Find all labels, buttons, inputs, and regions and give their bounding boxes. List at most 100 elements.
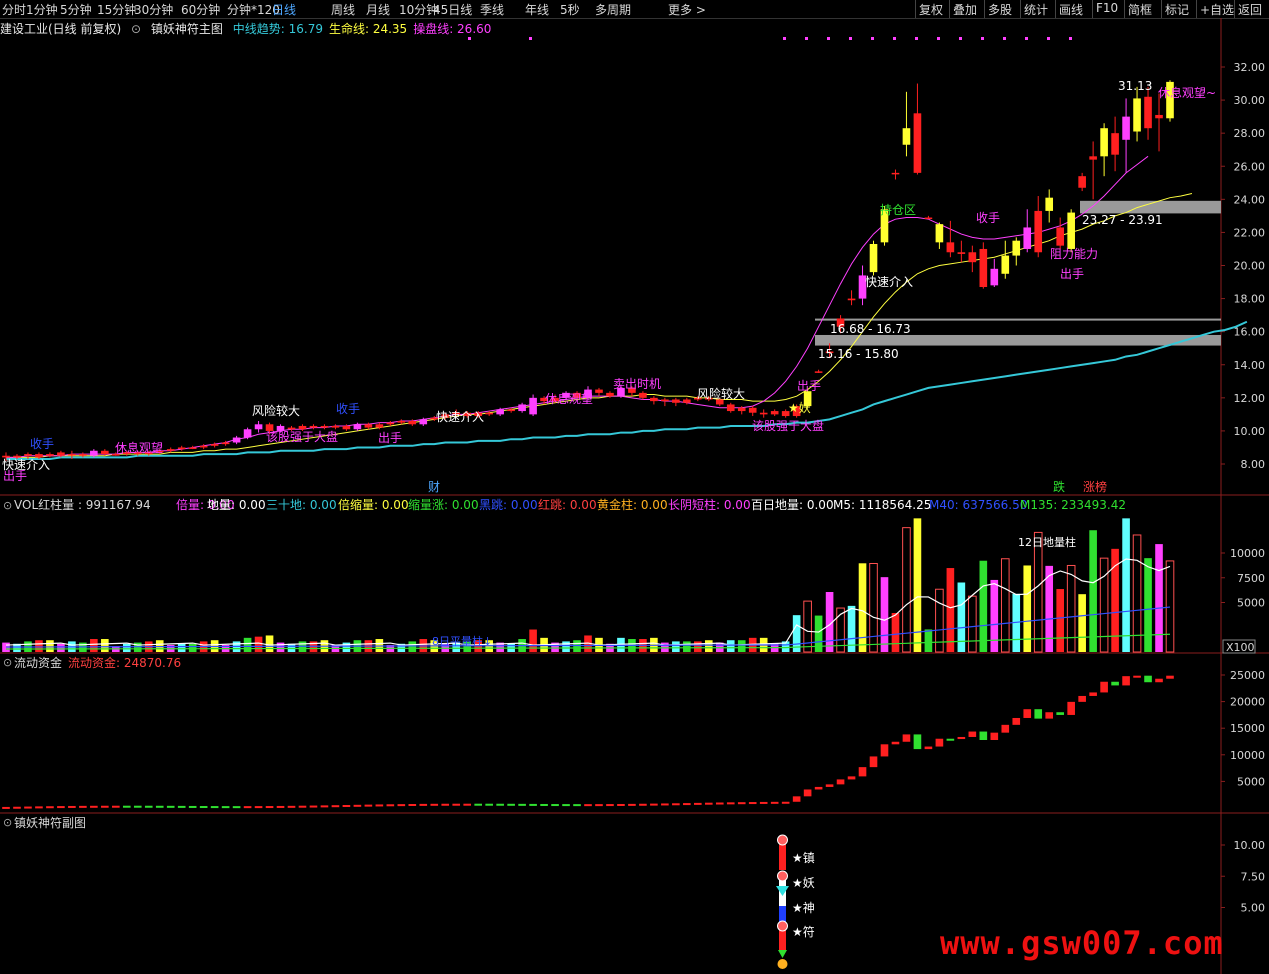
vol-legend-item: 长阴短柱: 0.00 [668,497,751,512]
candle-body [529,397,537,415]
flow-bar [13,806,21,809]
candle-body [199,445,208,448]
candle-body [210,444,219,446]
candle-body [507,409,515,412]
chart-annotation: 卖出时机 [613,377,661,391]
y-tick-label: 10.00 [1234,425,1266,438]
vol-legend-item: 百日地量: 0.00 [751,498,834,512]
flow-bar [221,806,230,809]
volume-bar [704,640,713,652]
flow-bar [704,802,713,805]
candle-body [595,389,603,393]
support-line [815,318,1221,321]
candle-body [1012,240,1021,256]
candle-body [683,399,691,403]
candle-body [166,449,175,451]
flow-bar [1155,678,1163,683]
flow-bar [441,803,450,806]
y-tick-label: 14.00 [1234,359,1266,372]
candle-body [935,224,944,243]
candle-body [847,298,856,301]
flow-bar [1012,717,1021,725]
candle-body [726,404,735,412]
volume-bar [990,579,999,652]
candle-body [869,243,878,273]
flow-bar [430,803,439,806]
flow-bar [683,803,691,806]
chart-annotation: 休息观望 [545,391,593,406]
flow-bar [737,802,746,805]
chart-annotation: 财 [428,480,440,494]
flow-bar [397,804,406,807]
sub-name: 镇妖神符副图 [14,815,86,830]
flow-bar [672,803,680,806]
collapse-icon: ⊙ [3,499,12,512]
signal-dot [529,37,532,40]
y-tick-label: 7500 [1237,572,1265,585]
flow-bar [1111,681,1119,686]
flow-bar [858,767,867,777]
chart-annotation: 涨榜 [1083,479,1107,494]
signal-dot [827,37,830,40]
flow-bar [518,803,526,806]
candle-body [287,427,296,430]
signal-arrow-icon [776,886,789,896]
volume-bar [188,643,197,652]
volume-bar [1078,594,1086,652]
flow-bar [759,801,768,804]
flow-bar [298,805,307,808]
flow-bar [243,806,252,809]
volume-bar [968,595,977,653]
flow-bar [694,802,702,805]
y-tick-label: 8.00 [1241,458,1266,471]
flow-bar [628,803,636,806]
flow-name: 流动资金 [14,655,62,670]
candle-body [639,392,647,398]
flow-bar [924,746,933,750]
flow-bar [726,802,735,805]
flow-bar [562,804,570,807]
y-tick-label: 18.00 [1234,293,1266,306]
candle-body [518,404,526,412]
candle-body [101,450,109,455]
flow-bar [595,804,603,807]
flow-bar [474,803,482,806]
flow-bar [254,806,263,809]
candle-body [57,452,65,456]
flow-bar [1023,709,1032,718]
candle-body [606,392,614,397]
flow-bar [101,805,109,808]
candle-body [419,419,428,425]
y-tick-label: 16.00 [1234,326,1266,339]
candle-body [968,252,977,263]
chart-annotation: 收手 [30,437,54,451]
volume-bar [683,641,691,652]
y-tick-label: 24.00 [1234,193,1266,206]
vol-legend-item: M5: 1118564.25 [833,498,931,512]
candle-body [814,371,823,373]
signal-gem-icon [777,834,788,846]
flow-bar [408,804,417,807]
volume-bar [90,639,98,652]
signal-bar [779,930,786,950]
flow-bar [419,803,428,806]
flow-bar [485,803,493,806]
candle-body [320,425,329,428]
candle-body [309,425,318,428]
chart-canvas[interactable]: 32.00 30.00 28.00 26.00 24.00 22.00 20.00 18.00… [0,0,1269,974]
candle-body [243,429,252,438]
y-tick-label: 12.00 [1234,392,1266,405]
flow-bar [463,803,472,806]
flow-bar [650,803,658,806]
flow-bar [57,806,65,809]
support-band [815,334,1221,346]
candle-body [650,397,658,402]
vol-legend-item: 黄金柱: 0.00 [597,497,668,512]
y-tick-label: 25000 [1230,669,1265,682]
coin-icon [777,959,788,969]
candle-body [902,128,911,145]
volume-bar [924,629,933,652]
y-tick-label: 30.00 [1234,94,1266,107]
candle-body [353,424,362,430]
flow-bar [770,801,779,804]
